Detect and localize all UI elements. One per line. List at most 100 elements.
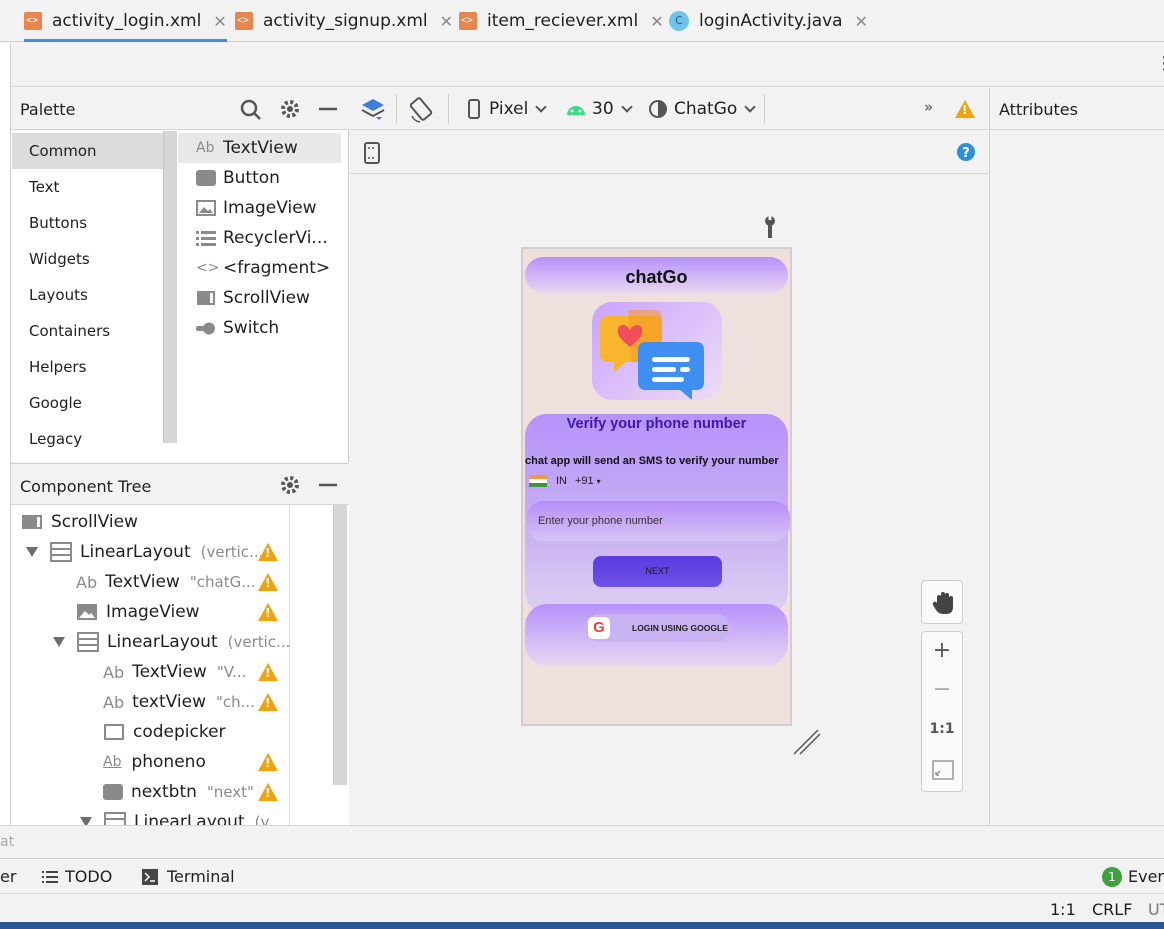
tree-row-linearlayout[interactable]: LinearLayout (vertic... bbox=[53, 627, 290, 657]
category-layouts[interactable]: Layouts bbox=[12, 277, 164, 313]
component-tree-header: Component Tree bbox=[11, 463, 349, 505]
overflow-icon[interactable]: » bbox=[924, 98, 933, 116]
widget-button[interactable]: Button bbox=[196, 163, 280, 193]
close-icon[interactable]: ✕ bbox=[855, 12, 868, 31]
widget-imageview[interactable]: ImageView bbox=[196, 193, 317, 223]
tree-hint: "V... bbox=[216, 663, 247, 681]
tab-item-reciever[interactable]: item_reciever.xml ✕ bbox=[459, 0, 664, 42]
category-text[interactable]: Text bbox=[12, 169, 164, 205]
linearlayout-icon bbox=[50, 542, 72, 562]
tree-row-nextbtn[interactable]: nextbtn "next" bbox=[103, 777, 254, 807]
warning-icon[interactable] bbox=[258, 573, 278, 591]
expand-arrow-icon[interactable] bbox=[53, 637, 65, 647]
api-selector[interactable]: 30 bbox=[566, 88, 633, 130]
close-icon[interactable]: ✕ bbox=[650, 12, 663, 31]
category-buttons[interactable]: Buttons bbox=[12, 205, 164, 241]
category-legacy[interactable]: Legacy bbox=[12, 421, 164, 457]
view-icon bbox=[104, 724, 124, 740]
svg-text:?: ? bbox=[962, 146, 970, 161]
todo-tool-button[interactable]: TODO bbox=[42, 859, 112, 894]
tree-label: ScrollView bbox=[51, 512, 138, 532]
pan-tool[interactable] bbox=[921, 580, 963, 624]
actual-size-button[interactable]: 1:1 bbox=[922, 721, 962, 737]
expand-arrow-icon[interactable] bbox=[26, 547, 38, 557]
tree-scrollbar[interactable] bbox=[333, 505, 347, 785]
resize-handle-icon[interactable] bbox=[792, 728, 822, 756]
warning-icon[interactable] bbox=[258, 753, 278, 771]
warning-icon[interactable] bbox=[258, 603, 278, 621]
tree-row-textview[interactable]: Ab TextView "V... bbox=[103, 657, 246, 687]
expand-arrow-icon[interactable] bbox=[80, 817, 92, 825]
search-icon[interactable] bbox=[239, 98, 263, 122]
chevron-down-icon bbox=[620, 100, 633, 113]
category-widgets[interactable]: Widgets bbox=[12, 241, 164, 277]
separator bbox=[396, 94, 397, 124]
gear-icon[interactable] bbox=[279, 98, 301, 120]
warning-icon[interactable] bbox=[258, 693, 278, 711]
widget-scrollview[interactable]: ScrollView bbox=[196, 283, 310, 313]
tree-label: TextView bbox=[132, 662, 207, 682]
minimize-icon[interactable] bbox=[317, 98, 339, 120]
fit-screen-icon[interactable] bbox=[932, 760, 954, 780]
app-logo bbox=[592, 302, 722, 400]
tool-cut-label[interactable]: er bbox=[0, 859, 16, 894]
next-button[interactable]: NEXT bbox=[593, 556, 722, 587]
phone-icon bbox=[468, 99, 480, 119]
category-scrollbar[interactable] bbox=[163, 131, 177, 443]
warning-icon[interactable] bbox=[258, 663, 278, 681]
gear-icon[interactable] bbox=[279, 474, 301, 496]
google-login-button[interactable]: G LOGIN USING GOOGLE bbox=[585, 614, 730, 642]
palette-title: Palette bbox=[20, 100, 76, 119]
todo-label: TODO bbox=[65, 867, 113, 886]
close-icon[interactable]: ✕ bbox=[440, 12, 453, 31]
tree-label: phoneno bbox=[131, 752, 206, 772]
widget-textview[interactable]: Ab TextView bbox=[178, 133, 341, 163]
tab-activity-login[interactable]: activity_login.xml ✕ bbox=[24, 0, 227, 42]
device-frame-icon[interactable] bbox=[363, 142, 381, 164]
tab-login-activity-java[interactable]: C loginActivity.java ✕ bbox=[669, 0, 868, 42]
help-icon[interactable]: ? bbox=[956, 142, 976, 162]
close-icon[interactable]: ✕ bbox=[213, 12, 226, 31]
minimize-icon[interactable] bbox=[317, 474, 339, 496]
layers-icon[interactable] bbox=[360, 96, 386, 122]
event-log-button[interactable]: 1 Even bbox=[1102, 859, 1164, 894]
sms-text: chat app will send an SMS to verify your… bbox=[525, 455, 779, 467]
tree-row-scrollview[interactable]: ScrollView bbox=[21, 507, 138, 537]
device-selector[interactable]: Pixel bbox=[468, 88, 547, 130]
widget-recyclerview[interactable]: RecyclerVi... bbox=[196, 223, 328, 253]
tree-row-phoneno[interactable]: Ab phoneno bbox=[103, 747, 206, 777]
tree-row-imageview[interactable]: ImageView bbox=[76, 597, 200, 627]
phone-number-input[interactable]: Enter your phone number bbox=[527, 501, 790, 541]
terminal-tool-button[interactable]: Terminal bbox=[142, 859, 235, 894]
tree-row-textview[interactable]: Ab TextView "chatG... bbox=[76, 567, 256, 597]
tree-row-textview-2[interactable]: Ab textView "ch... bbox=[103, 687, 255, 717]
tree-label: TextView bbox=[105, 572, 180, 592]
theme-selector[interactable]: ChatGo bbox=[648, 88, 756, 130]
tree-row-linearlayout[interactable]: LinearLayout (vertic... bbox=[26, 537, 263, 567]
category-google[interactable]: Google bbox=[12, 385, 164, 421]
dial-code: +91 bbox=[575, 475, 594, 487]
tab-activity-signup[interactable]: activity_signup.xml ✕ bbox=[235, 0, 453, 42]
switch-icon bbox=[196, 322, 215, 335]
warning-icon[interactable] bbox=[955, 100, 975, 118]
zoom-out-button[interactable]: − bbox=[922, 677, 962, 702]
orientation-icon[interactable] bbox=[408, 96, 436, 124]
wrench-icon[interactable] bbox=[762, 215, 778, 239]
tree-row-codepicker[interactable]: codepicker bbox=[103, 717, 226, 747]
category-helpers[interactable]: Helpers bbox=[12, 349, 164, 385]
layout-preview[interactable]: chatGo Verify your phone number chat app… bbox=[521, 247, 792, 726]
tree-hint: "ch... bbox=[216, 693, 255, 711]
tree-row-linearlayout-3[interactable]: LinearLayout (v... bbox=[80, 807, 283, 825]
hand-icon bbox=[932, 592, 953, 614]
country-code-picker[interactable]: IN +91 ▾ bbox=[529, 475, 601, 487]
widget-switch[interactable]: Switch bbox=[196, 313, 279, 343]
separator bbox=[764, 94, 765, 124]
warning-icon[interactable] bbox=[258, 543, 278, 561]
category-common[interactable]: Common bbox=[12, 133, 164, 169]
zoom-in-button[interactable]: + bbox=[922, 638, 962, 663]
category-containers[interactable]: Containers bbox=[12, 313, 164, 349]
menu-icon[interactable]: ⋮ bbox=[1155, 53, 1164, 74]
tree-label: LinearLayout bbox=[107, 632, 218, 652]
warning-icon[interactable] bbox=[258, 783, 278, 801]
widget-fragment[interactable]: <> <fragment> bbox=[196, 253, 330, 283]
